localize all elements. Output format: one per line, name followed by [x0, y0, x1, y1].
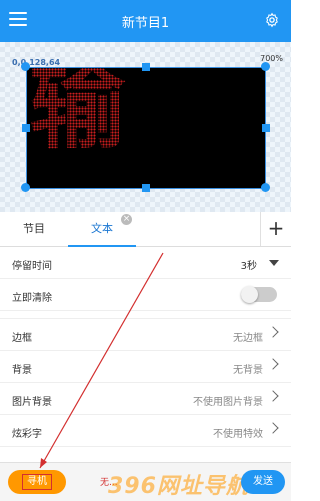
- find-device-button[interactable]: 寻机: [8, 470, 66, 494]
- coordinate-readout: 0,0,128,64: [12, 58, 61, 67]
- resize-handle-top-left[interactable]: [21, 62, 30, 71]
- border-row[interactable]: 边框 无边框: [0, 318, 291, 351]
- tab-text-label: 文本: [91, 222, 113, 235]
- dwell-time-value: 3秒: [240, 261, 257, 272]
- app-header: 新节目1: [0, 0, 291, 42]
- image-background-value: 不使用图片背景: [193, 397, 263, 408]
- colorful-text-label: 炫彩字: [12, 429, 42, 440]
- resize-handle-bottom[interactable]: [142, 184, 150, 192]
- toggle-knob: [241, 286, 258, 303]
- tab-bar: 节目 文本 × +: [0, 212, 291, 247]
- resize-handle-top-right[interactable]: [261, 62, 270, 71]
- tab-program[interactable]: 节目: [0, 212, 68, 246]
- background-value: 无背景: [233, 365, 263, 376]
- watermark: 396网址导航: [108, 474, 249, 499]
- resize-handle-bottom-left[interactable]: [21, 183, 30, 192]
- preview-canvas[interactable]: 0,0,128,64 700% 输: [0, 42, 291, 212]
- chevron-right-icon: [267, 390, 279, 402]
- colorful-text-value: 不使用特效: [213, 429, 263, 440]
- chevron-right-icon: [267, 422, 279, 434]
- background-label: 背景: [12, 365, 32, 376]
- image-background-label: 图片背景: [12, 397, 52, 408]
- clear-now-row: 立即清除: [0, 279, 291, 311]
- dwell-time-label: 停留时间: [12, 261, 52, 272]
- close-icon[interactable]: ×: [121, 214, 132, 225]
- settings-list: 停留时间 3秒 立即清除 边框 无边框 背景 无背景 图片背景 不使用图片背景 …: [0, 247, 291, 447]
- send-button[interactable]: 发送: [241, 470, 285, 494]
- image-background-row[interactable]: 图片背景 不使用图片背景: [0, 383, 291, 415]
- annotation-box: [22, 474, 52, 490]
- dwell-time-row[interactable]: 停留时间 3秒: [0, 247, 291, 279]
- resize-handle-bottom-right[interactable]: [261, 183, 270, 192]
- background-row[interactable]: 背景 无背景: [0, 351, 291, 383]
- clear-now-toggle[interactable]: [241, 286, 277, 303]
- chevron-right-icon: [267, 326, 279, 338]
- border-label: 边框: [12, 333, 32, 344]
- gear-icon[interactable]: [264, 12, 280, 28]
- chevron-right-icon: [267, 358, 279, 370]
- bottom-action-bar: 寻机 无... 396网址导航 发送: [0, 462, 291, 501]
- dropdown-arrow-icon: [269, 260, 279, 266]
- led-dot-matrix: [27, 68, 265, 188]
- resize-handle-right[interactable]: [262, 124, 270, 132]
- colorful-text-row[interactable]: 炫彩字 不使用特效: [0, 415, 291, 447]
- border-value: 无边框: [233, 333, 263, 344]
- led-display-area[interactable]: 输: [26, 67, 266, 189]
- resize-handle-left[interactable]: [22, 124, 30, 132]
- add-tab-button[interactable]: +: [260, 212, 291, 246]
- clear-now-label: 立即清除: [12, 293, 52, 304]
- resize-handle-top[interactable]: [142, 63, 150, 71]
- page-title: 新节目1: [121, 16, 170, 31]
